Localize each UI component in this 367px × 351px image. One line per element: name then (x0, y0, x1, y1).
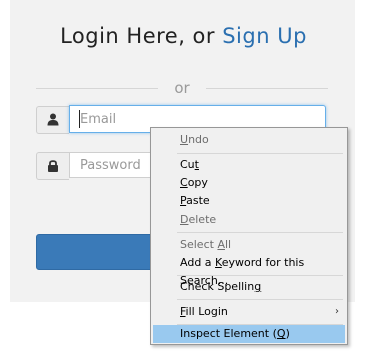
email-addon (36, 106, 69, 134)
text-caret (79, 110, 80, 128)
menu-separator (177, 153, 343, 154)
title-text: Login Here, or (60, 24, 223, 48)
menu-item-add-keyword[interactable]: Add a Keyword for this Search... (153, 254, 345, 287)
or-divider-text: or (174, 79, 190, 97)
sign-up-link[interactable]: Sign Up (222, 24, 307, 48)
menu-item-copy[interactable]: Copy (153, 174, 345, 192)
menu-item-undo[interactable]: Undo (153, 131, 345, 149)
menu-item-fill-login[interactable]: Fill Login › (153, 303, 345, 321)
menu-item-select-all[interactable]: Select All (153, 236, 345, 254)
menu-separator (177, 275, 343, 276)
menu-item-delete[interactable]: Delete (153, 211, 345, 229)
menu-item-paste[interactable]: Paste (153, 192, 345, 210)
password-addon (36, 152, 69, 180)
divider-left (36, 88, 158, 89)
chevron-right-icon: › (335, 306, 339, 317)
menu-item-inspect-element[interactable]: Inspect Element (Q) (153, 325, 345, 343)
menu-separator (177, 232, 343, 233)
menu-item-check-spelling[interactable]: Check Spelling (153, 278, 345, 296)
page-title: Login Here, or Sign Up (0, 24, 367, 48)
context-menu: Undo Cut Copy Paste Delete Select All Ad… (150, 127, 348, 345)
divider-right (206, 88, 328, 89)
menu-item-cut[interactable]: Cut (153, 156, 345, 174)
menu-separator (177, 299, 343, 300)
